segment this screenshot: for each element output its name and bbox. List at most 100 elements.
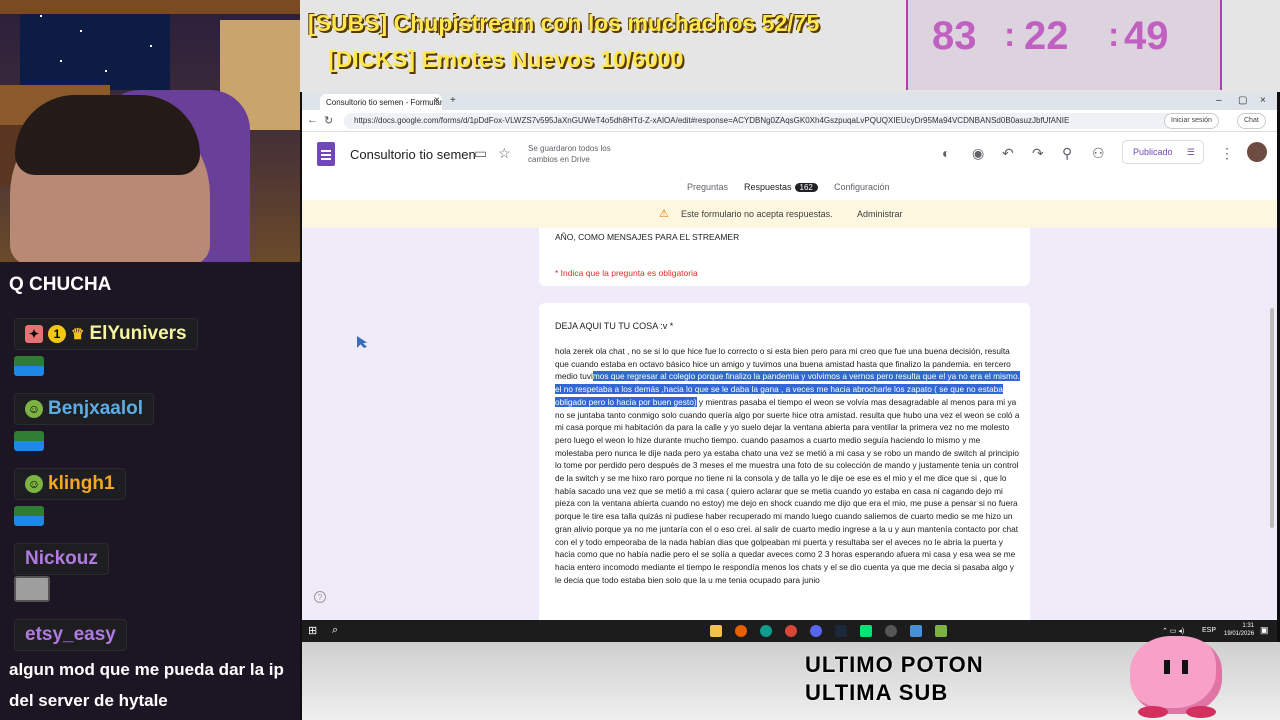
- crown-icon: ♛: [71, 326, 85, 343]
- tab-bar: Consultorio tio semen - Formular × + – ▢…: [302, 92, 1277, 110]
- kirby-foot: [1138, 706, 1168, 718]
- manage-link[interactable]: Administrar: [857, 209, 903, 219]
- undo-icon[interactable]: ↶: [1002, 145, 1014, 162]
- preview-eye-icon[interactable]: ◉: [972, 145, 984, 162]
- deco-text-2: ULTIMA SUB: [805, 680, 949, 705]
- kirby-eye: [1164, 660, 1170, 674]
- kirby-eye: [1182, 660, 1188, 674]
- file-explorer-icon[interactable]: [710, 625, 722, 637]
- discord-icon[interactable]: [810, 625, 822, 637]
- number-badge: 1: [48, 325, 66, 343]
- pepe-emote-icon: [14, 506, 44, 526]
- new-tab-icon[interactable]: +: [450, 95, 456, 106]
- timer-seconds: 49: [1124, 14, 1169, 58]
- back-icon[interactable]: ←: [307, 114, 318, 126]
- browser-window: Consultorio tio semen - Formular × + – ▢…: [302, 92, 1277, 620]
- publish-label: Publicado: [1133, 147, 1173, 157]
- publish-button[interactable]: Publicado ☰: [1122, 140, 1204, 164]
- tray-icons[interactable]: ⌃ ▭ ◂): [1162, 627, 1184, 635]
- kirby-foot: [1186, 706, 1216, 718]
- pepe-badge-icon: ☺: [25, 400, 43, 418]
- reload-icon[interactable]: ↻: [324, 114, 333, 127]
- browser-tab[interactable]: Consultorio tio semen - Formular: [320, 94, 442, 110]
- chat-button[interactable]: Chat: [1237, 113, 1266, 129]
- scrollbar[interactable]: [1270, 308, 1274, 528]
- chat-message-bottom: algun mod que me pueda dar la ip del ser…: [9, 660, 284, 710]
- timer-separator: :: [1108, 16, 1120, 54]
- clock-date: 19/01/2026: [1224, 631, 1255, 637]
- webcam-feed: [0, 0, 300, 262]
- google-forms-icon[interactable]: [317, 142, 335, 166]
- help-icon[interactable]: ?: [314, 591, 326, 603]
- subs-goal-banner: [SUBS] Chupistream con los muchachos 52/…: [308, 10, 820, 36]
- emote-goal-banner: [DICKS] Emotes Nuevos 10/6000: [328, 46, 684, 72]
- responses-closed-banner: ⚠ Este formulario no acepta respuestas. …: [302, 200, 1277, 228]
- firefox-icon[interactable]: [735, 625, 747, 637]
- warning-icon: ⚠: [659, 208, 669, 220]
- chrome-icon[interactable]: [785, 625, 797, 637]
- required-note: * Indica que la pregunta es obligatoria: [555, 268, 698, 278]
- tab-responses[interactable]: Respuestas 162: [744, 182, 818, 192]
- language-indicator[interactable]: ESP: [1202, 627, 1216, 634]
- url-input[interactable]: https://docs.google.com/forms/d/1pDdFox-…: [344, 113, 1174, 129]
- clock[interactable]: 1:31 19/01/2026: [1224, 622, 1254, 638]
- app-green-icon[interactable]: [860, 625, 872, 637]
- responses-count-badge: 162: [794, 183, 818, 192]
- link-icon[interactable]: ⚲: [1062, 145, 1072, 162]
- warning-text: Este formulario no acepta respuestas.: [681, 209, 833, 219]
- chat-user-2: ☺ Benjxaalol: [14, 393, 155, 425]
- signin-button[interactable]: Iniciar sesión: [1164, 113, 1219, 129]
- pepe-emote-icon: [14, 356, 44, 376]
- palette-icon[interactable]: ◐: [942, 145, 950, 161]
- windows-taskbar: ⊞ ⌕ ⌃ ▭ ◂) ESP 1:31 19/01/2026 ▣: [302, 620, 1277, 642]
- account-avatar[interactable]: [1247, 142, 1267, 162]
- response-card: DEJA AQUI TU TU COSA :v * hola zerek ola…: [539, 303, 1030, 620]
- notifications-icon[interactable]: ▣: [1260, 625, 1269, 636]
- close-tab-icon[interactable]: ×: [434, 95, 440, 106]
- close-window-icon[interactable]: ×: [1260, 95, 1266, 106]
- add-collaborator-icon[interactable]: ⚇: [1092, 145, 1105, 162]
- response-text[interactable]: hola zerek ola chat , no se si lo que hi…: [555, 345, 1020, 586]
- saved-status: Se guardaron todos los cambios en Drive: [528, 144, 611, 164]
- ceiling-beam: [0, 0, 300, 14]
- minimize-icon[interactable]: –: [1216, 95, 1222, 106]
- tab-responses-label: Respuestas: [744, 182, 792, 192]
- app-play-icon[interactable]: [935, 625, 947, 637]
- app-blue-icon[interactable]: [910, 625, 922, 637]
- cat-emote-icon: [14, 576, 50, 602]
- form-description: PODEIS DEJAR MENSAJES DE TODO TIPO, TANT…: [555, 228, 1011, 242]
- mouse-cursor-icon: [357, 336, 367, 348]
- windows-start-icon[interactable]: ⊞: [308, 624, 317, 637]
- timer-minutes: 22: [1024, 14, 1069, 58]
- tab-settings[interactable]: Configuración: [834, 182, 890, 192]
- folder-icon[interactable]: ▭: [474, 145, 487, 162]
- chat-username: klingh1: [48, 473, 115, 494]
- chat-username: Nickouz: [25, 548, 98, 569]
- steam-icon[interactable]: [835, 625, 847, 637]
- more-options-icon[interactable]: ⋮: [1220, 145, 1234, 162]
- sub-badge-icon: ✦: [25, 325, 43, 343]
- kirby-sprite: [1130, 636, 1222, 718]
- address-bar-row: ← ↻ https://docs.google.com/forms/d/1pDd…: [302, 110, 1277, 132]
- tab-questions[interactable]: Preguntas: [687, 182, 728, 192]
- timer-hours: 83: [932, 14, 977, 58]
- question-title: DEJA AQUI TU TU COSA :v *: [555, 321, 674, 331]
- chat-user-5: etsy_easy: [14, 619, 127, 651]
- obs-icon[interactable]: [885, 625, 897, 637]
- redo-icon[interactable]: ↷: [1032, 145, 1044, 162]
- streamer-hair: [15, 95, 200, 175]
- form-content: PODEIS DEJAR MENSAJES DE TODO TIPO, TANT…: [302, 228, 1277, 620]
- tab-title: Consultorio tio semen - Formular: [326, 98, 442, 107]
- search-icon[interactable]: ⌕: [332, 624, 338, 637]
- chat-username: Benjxaalol: [48, 398, 144, 419]
- edge-icon[interactable]: [760, 625, 772, 637]
- chat-user-3: ☺ klingh1: [14, 468, 126, 500]
- stream-timer: 83 : 22 : 49: [906, 0, 1222, 90]
- star-icon[interactable]: ☆: [498, 145, 511, 162]
- chat-user-4: Nickouz: [14, 543, 109, 575]
- clock-time: 1:31: [1242, 623, 1255, 629]
- chat-message-top: Q CHUCHA: [9, 274, 112, 295]
- forms-header: Consultorio tio semen ▭ ☆ Se guardaron t…: [302, 132, 1277, 202]
- maximize-icon[interactable]: ▢: [1238, 95, 1247, 106]
- form-title[interactable]: Consultorio tio semen: [350, 147, 476, 162]
